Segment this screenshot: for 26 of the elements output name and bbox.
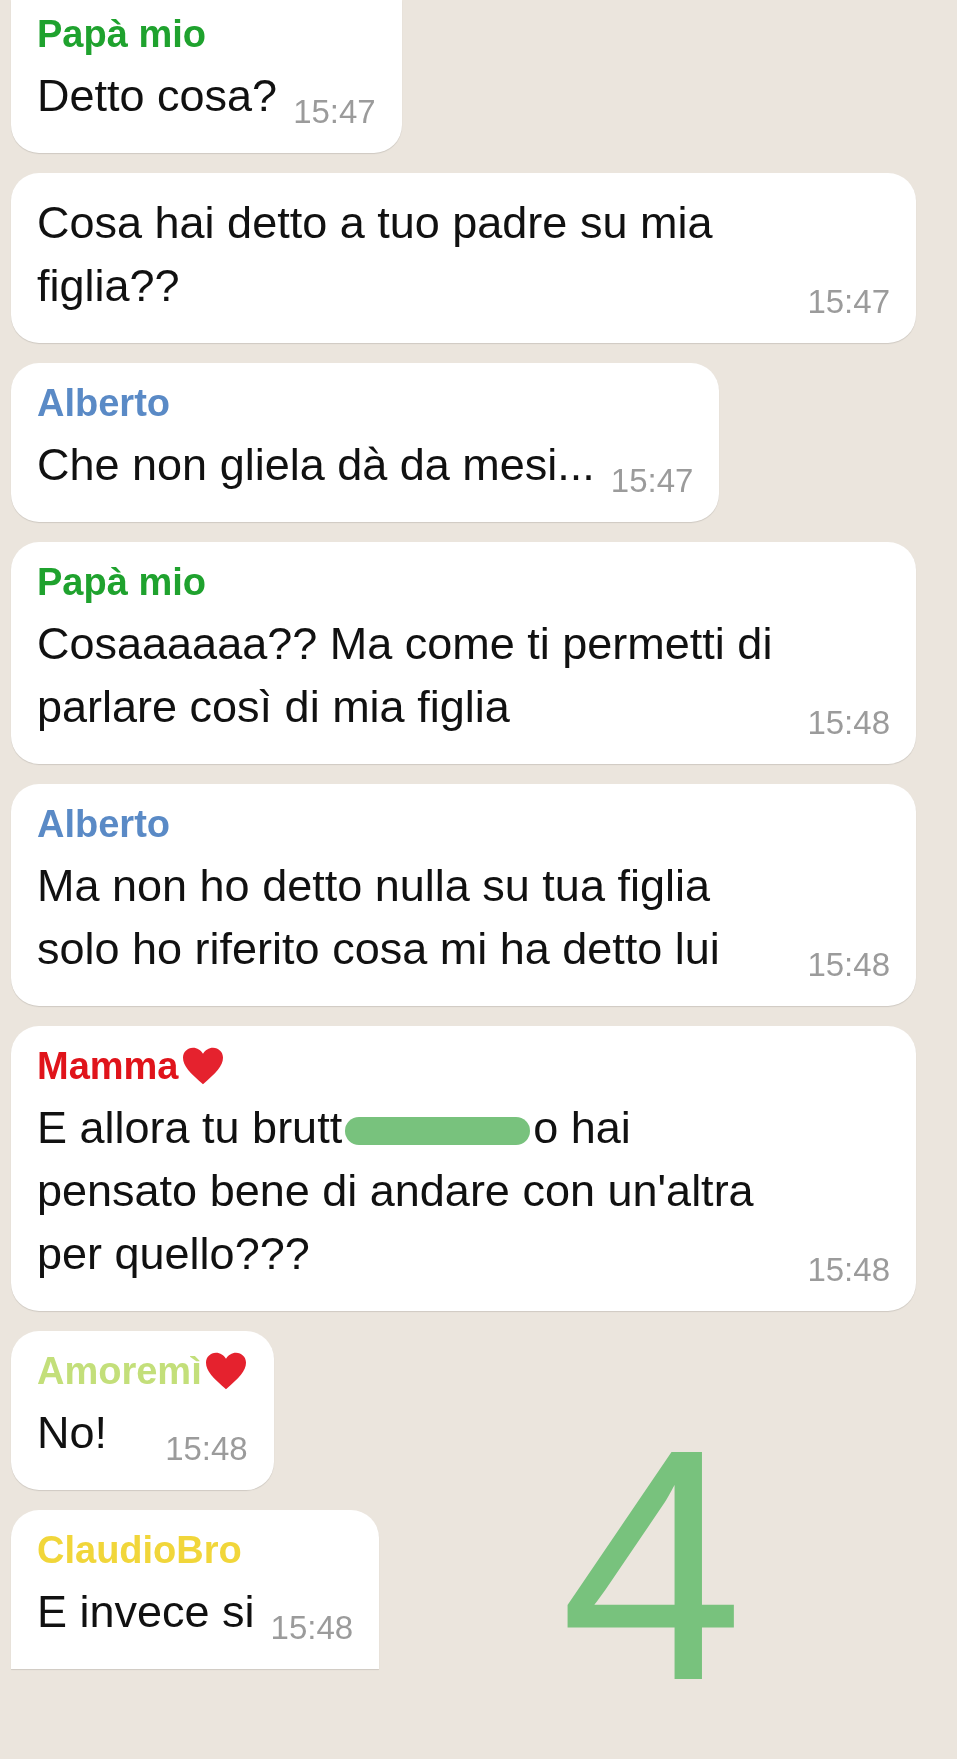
- sender-name: Alberto: [37, 802, 170, 846]
- message-text: No!: [37, 1406, 108, 1460]
- message-text: E invece si: [37, 1585, 255, 1639]
- message-time: 15:48: [270, 1608, 354, 1648]
- message-text: Ma non ho detto nulla su tua figlia solo ho riferito cosa mi ha detto lui: [37, 859, 721, 976]
- message-time: 15:48: [807, 703, 890, 743]
- heart-icon: [203, 1351, 248, 1391]
- message-time: 15:48: [165, 1429, 248, 1469]
- heart-icon: [180, 1046, 225, 1086]
- sender-name: Amoremì: [37, 1349, 202, 1393]
- message-time: 15:47: [610, 461, 694, 501]
- sender-name: Papà mio: [37, 560, 206, 604]
- message-time: 15:47: [807, 282, 890, 322]
- message-text: Che non gliela dà da mesi...: [37, 438, 595, 492]
- message-time: 15:47: [293, 92, 376, 132]
- message-text: E allora tu brutt o hai pensato bene di andare con un'altra per quello???: [37, 1101, 755, 1281]
- sender-name: ClaudioBro: [37, 1528, 242, 1572]
- message-time: 15:48: [807, 1250, 890, 1290]
- sender-name: Papà mio: [37, 12, 206, 56]
- sender-name: Alberto: [37, 381, 170, 425]
- message-time: 15:48: [807, 945, 890, 985]
- message-text: Detto cosa?: [37, 69, 278, 123]
- sender-name: Mamma: [37, 1044, 179, 1088]
- message-text: Cosaaaaaa?? Ma come ti permetti di parlare così di mia figlia: [37, 617, 774, 734]
- message-text: Cosa hai detto a tuo padre su mia figlia??: [37, 196, 714, 313]
- handwritten-number: 4: [560, 1400, 744, 1730]
